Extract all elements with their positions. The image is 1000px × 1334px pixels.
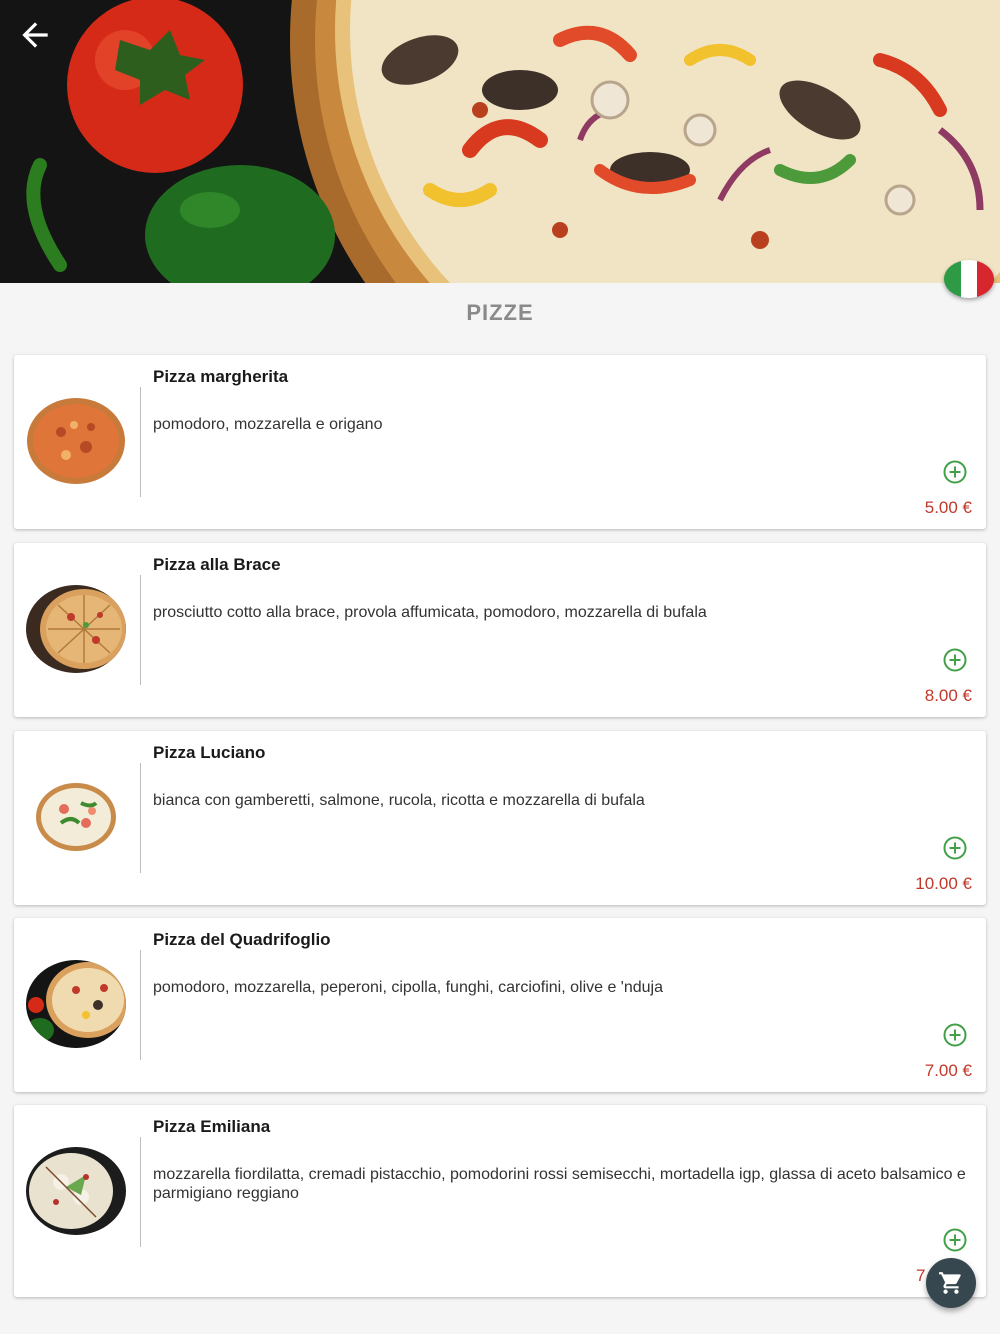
plus-circle-icon bbox=[943, 460, 967, 484]
product-name: Pizza margherita bbox=[153, 367, 289, 386]
product-card[interactable]: Pizza margherita pomodoro, mozzarella e … bbox=[14, 355, 986, 529]
hero-banner bbox=[0, 0, 1000, 283]
shopping-cart-icon bbox=[939, 1272, 961, 1294]
hero-pizza-image bbox=[0, 0, 1000, 283]
product-price: 10.00 € bbox=[915, 874, 972, 893]
product-name: Pizza Emiliana bbox=[153, 1117, 271, 1136]
language-flag-italy[interactable] bbox=[944, 260, 994, 298]
card-divider bbox=[140, 387, 141, 497]
product-price: 8.00 € bbox=[924, 686, 972, 705]
product-price: 7 bbox=[916, 1266, 926, 1285]
add-to-cart-button[interactable] bbox=[942, 1022, 968, 1048]
product-image bbox=[26, 397, 126, 485]
product-name: Pizza del Quadrifoglio bbox=[153, 930, 331, 949]
add-to-cart-button[interactable] bbox=[942, 459, 968, 485]
plus-circle-icon bbox=[943, 648, 967, 672]
add-to-cart-button[interactable] bbox=[942, 1227, 968, 1253]
plus-circle-icon bbox=[943, 1023, 967, 1047]
card-divider bbox=[140, 1137, 141, 1247]
product-card[interactable]: Pizza alla Brace prosciutto cotto alla b… bbox=[14, 543, 986, 717]
product-image bbox=[26, 773, 126, 861]
plus-circle-icon bbox=[943, 1228, 967, 1252]
product-name: Pizza alla Brace bbox=[153, 555, 281, 574]
product-card[interactable]: Pizza del Quadrifoglio pomodoro, mozzare… bbox=[14, 918, 986, 1092]
product-card[interactable]: Pizza Luciano bianca con gamberetti, sal… bbox=[14, 731, 986, 905]
product-description: mozzarella fiordilatta, cremadi pistacch… bbox=[153, 1166, 966, 1202]
card-divider bbox=[140, 763, 141, 873]
section-title: PIZZE bbox=[466, 300, 534, 325]
cart-button[interactable] bbox=[926, 1258, 976, 1308]
product-description: pomodoro, mozzarella, peperoni, cipolla,… bbox=[153, 979, 664, 996]
flag-white-stripe bbox=[960, 260, 978, 298]
card-divider bbox=[140, 575, 141, 685]
product-image bbox=[26, 585, 126, 673]
add-to-cart-button[interactable] bbox=[942, 835, 968, 861]
back-button[interactable] bbox=[12, 12, 58, 58]
product-description: pomodoro, mozzarella e origano bbox=[153, 416, 383, 433]
product-price: 5.00 € bbox=[924, 498, 972, 517]
card-divider bbox=[140, 950, 141, 1060]
product-name: Pizza Luciano bbox=[153, 743, 266, 762]
product-card[interactable]: Pizza Emiliana mozzarella fiordilatta, c… bbox=[14, 1105, 986, 1297]
add-to-cart-button[interactable] bbox=[942, 647, 968, 673]
arrow-left-icon bbox=[22, 22, 48, 48]
plus-circle-icon bbox=[943, 836, 967, 860]
product-image bbox=[26, 1147, 126, 1235]
product-price: 7.00 € bbox=[924, 1061, 972, 1080]
product-description: prosciutto cotto alla brace, provola aff… bbox=[153, 604, 707, 621]
product-image bbox=[26, 960, 126, 1048]
product-description: bianca con gamberetti, salmone, rucola, … bbox=[153, 792, 645, 809]
